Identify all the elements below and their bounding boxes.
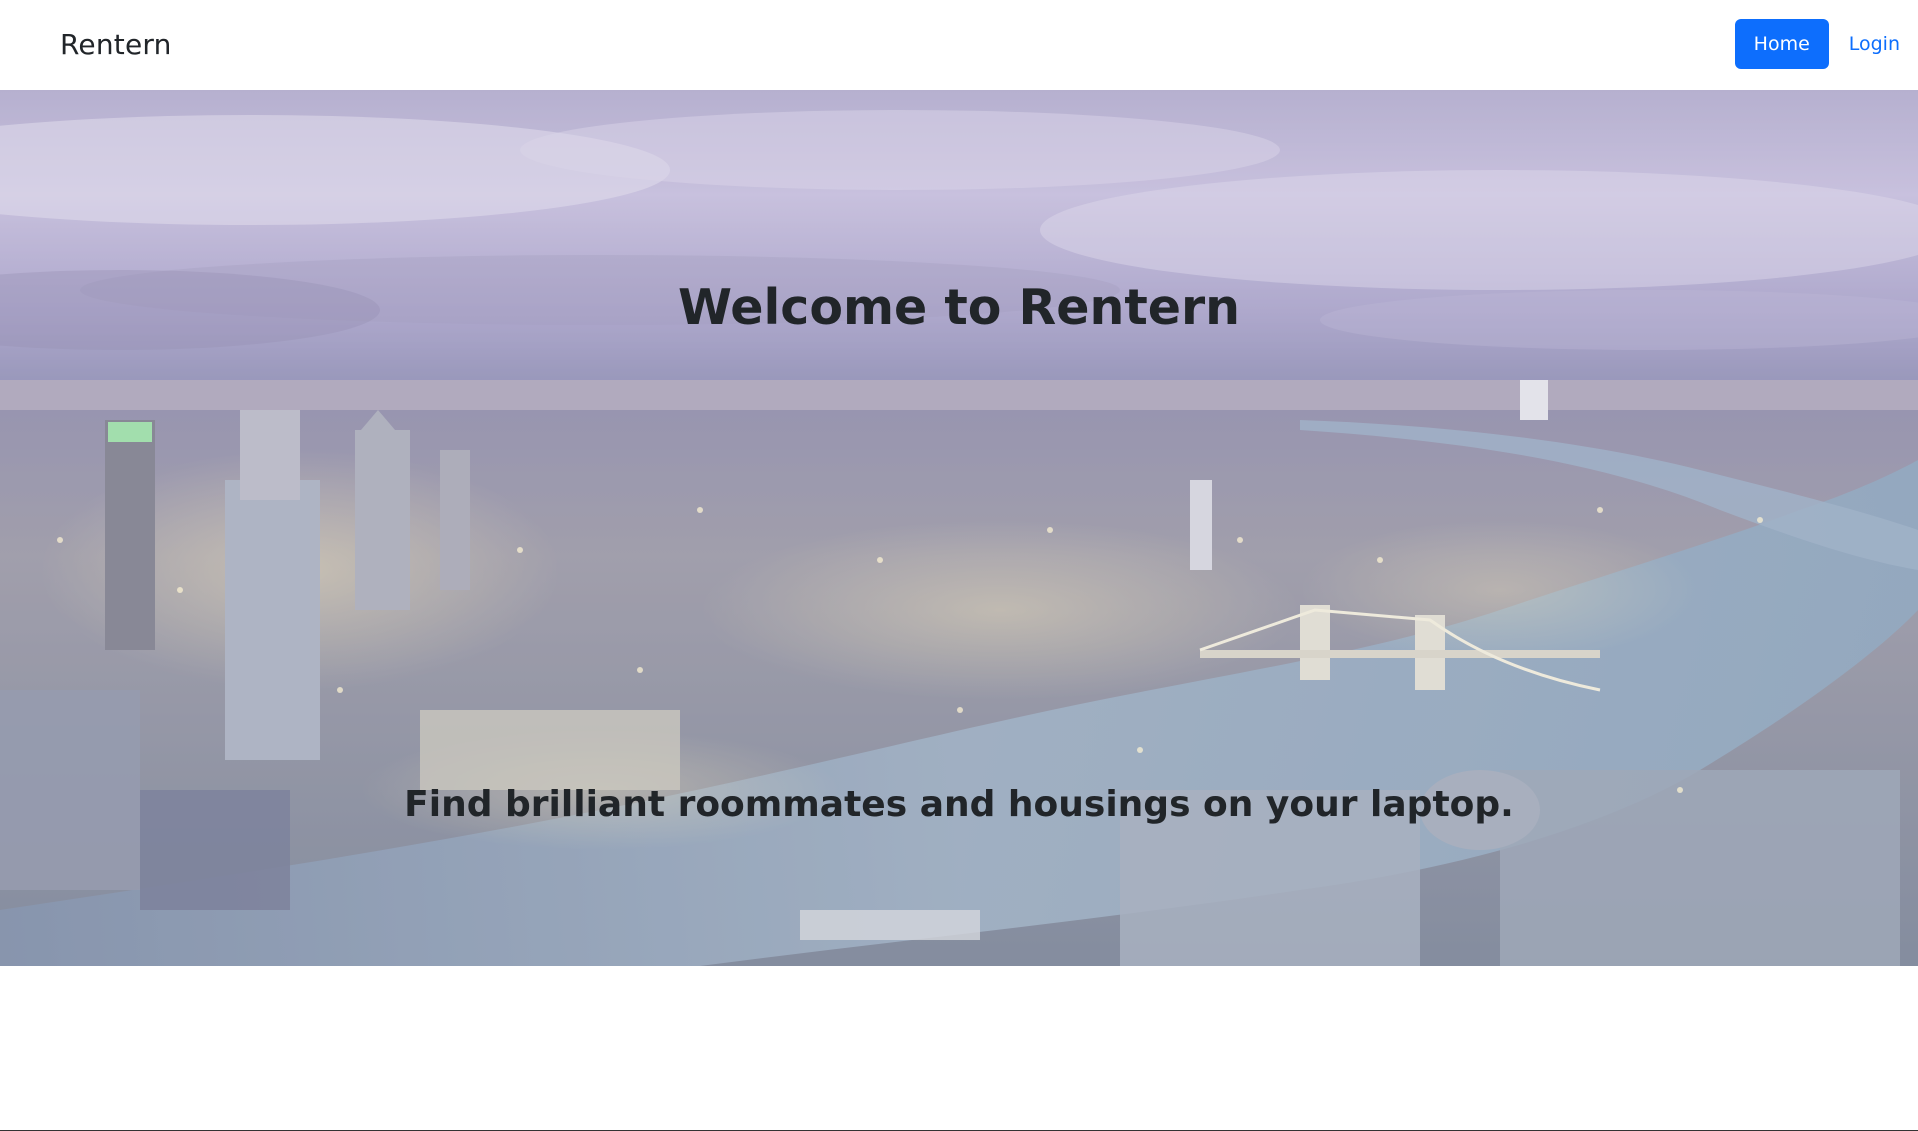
brand-logo-link[interactable]: Rentern: [60, 26, 172, 64]
nav-links: Home Login: [1734, 19, 1900, 69]
hero-background-image: [0, 90, 1918, 966]
hero-subtitle: Find brilliant roommates and housings on…: [404, 784, 1514, 825]
hero-title: Welcome to Rentern: [677, 279, 1241, 336]
nav-home-button[interactable]: Home: [1734, 19, 1829, 69]
hero-banner: Welcome to Rentern Find brilliant roomma…: [0, 90, 1918, 966]
nav-login-link[interactable]: Login: [1849, 19, 1900, 69]
top-navbar: Rentern Home Login: [0, 0, 1918, 90]
